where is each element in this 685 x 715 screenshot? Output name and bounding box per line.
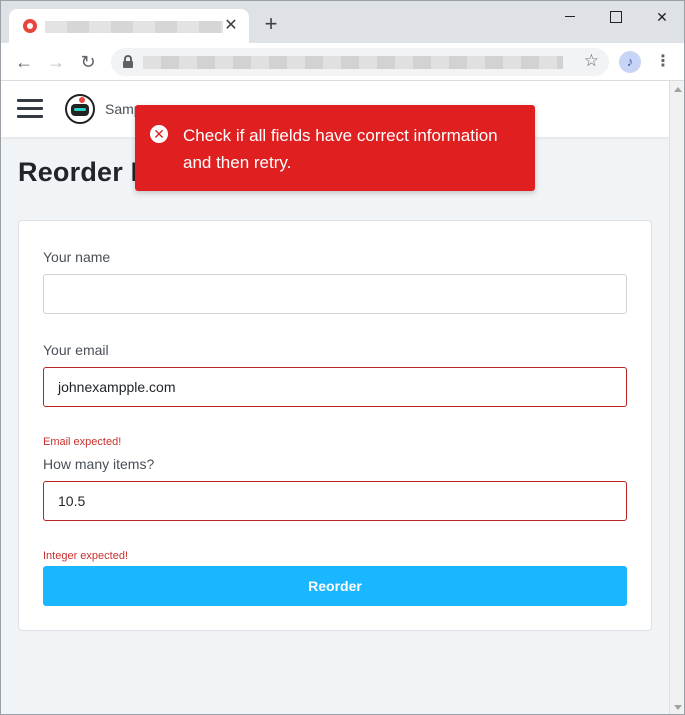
toast-message: Check if all fields have correct informa… bbox=[183, 126, 498, 172]
url-redacted bbox=[143, 56, 563, 69]
tab-strip: ✕ + ✕ bbox=[1, 1, 684, 43]
minimize-window-button[interactable] bbox=[547, 5, 593, 29]
back-button[interactable]: ← bbox=[11, 49, 37, 75]
name-label: Your name bbox=[43, 249, 111, 265]
page-title: Reorder I bbox=[18, 157, 139, 187]
browser-tab[interactable]: ✕ bbox=[9, 9, 249, 43]
favicon-icon bbox=[23, 19, 37, 33]
error-toast: ✕ Check if all fields have correct infor… bbox=[135, 105, 535, 191]
items-input[interactable]: 10.5 bbox=[43, 481, 627, 521]
items-error-message: Integer expected! bbox=[43, 550, 129, 562]
items-label: How many items? bbox=[43, 456, 155, 472]
hamburger-menu-icon[interactable] bbox=[17, 99, 43, 119]
scroll-down-arrow-icon[interactable] bbox=[674, 705, 682, 710]
scroll-up-arrow-icon[interactable] bbox=[674, 87, 682, 92]
email-label: Your email bbox=[43, 342, 109, 358]
address-bar[interactable]: ☆ bbox=[111, 48, 609, 76]
lock-icon bbox=[123, 55, 133, 68]
profile-avatar[interactable]: ♪ bbox=[619, 51, 641, 73]
robot-logo-icon bbox=[65, 94, 95, 124]
email-input[interactable]: johnexampple.com bbox=[43, 367, 627, 407]
browser-menu-icon[interactable]: ⋮ bbox=[653, 49, 673, 75]
reorder-button[interactable]: Reorder bbox=[43, 566, 627, 606]
browser-toolbar: ← → ↻ ☆ ♪ ⋮ bbox=[1, 43, 684, 81]
name-input[interactable] bbox=[43, 274, 627, 314]
error-circle-icon: ✕ bbox=[150, 125, 168, 143]
browser-window: ✕ + ✕ ← → ↻ ☆ ♪ ⋮ Samp Reorder I Your na… bbox=[0, 0, 685, 715]
close-window-button[interactable]: ✕ bbox=[639, 5, 684, 29]
reload-button[interactable]: ↻ bbox=[75, 49, 101, 75]
tab-title-redacted bbox=[45, 21, 223, 33]
page-scrollbar[interactable] bbox=[669, 81, 684, 714]
bookmark-star-icon[interactable]: ☆ bbox=[584, 51, 599, 71]
forward-button[interactable]: → bbox=[43, 49, 69, 75]
reorder-form-card: Your name Your email johnexampple.com Em… bbox=[18, 220, 652, 631]
close-tab-icon[interactable]: ✕ bbox=[221, 16, 241, 36]
email-error-message: Email expected! bbox=[43, 436, 122, 448]
new-tab-button[interactable]: + bbox=[259, 13, 283, 37]
maximize-window-button[interactable] bbox=[593, 5, 639, 29]
